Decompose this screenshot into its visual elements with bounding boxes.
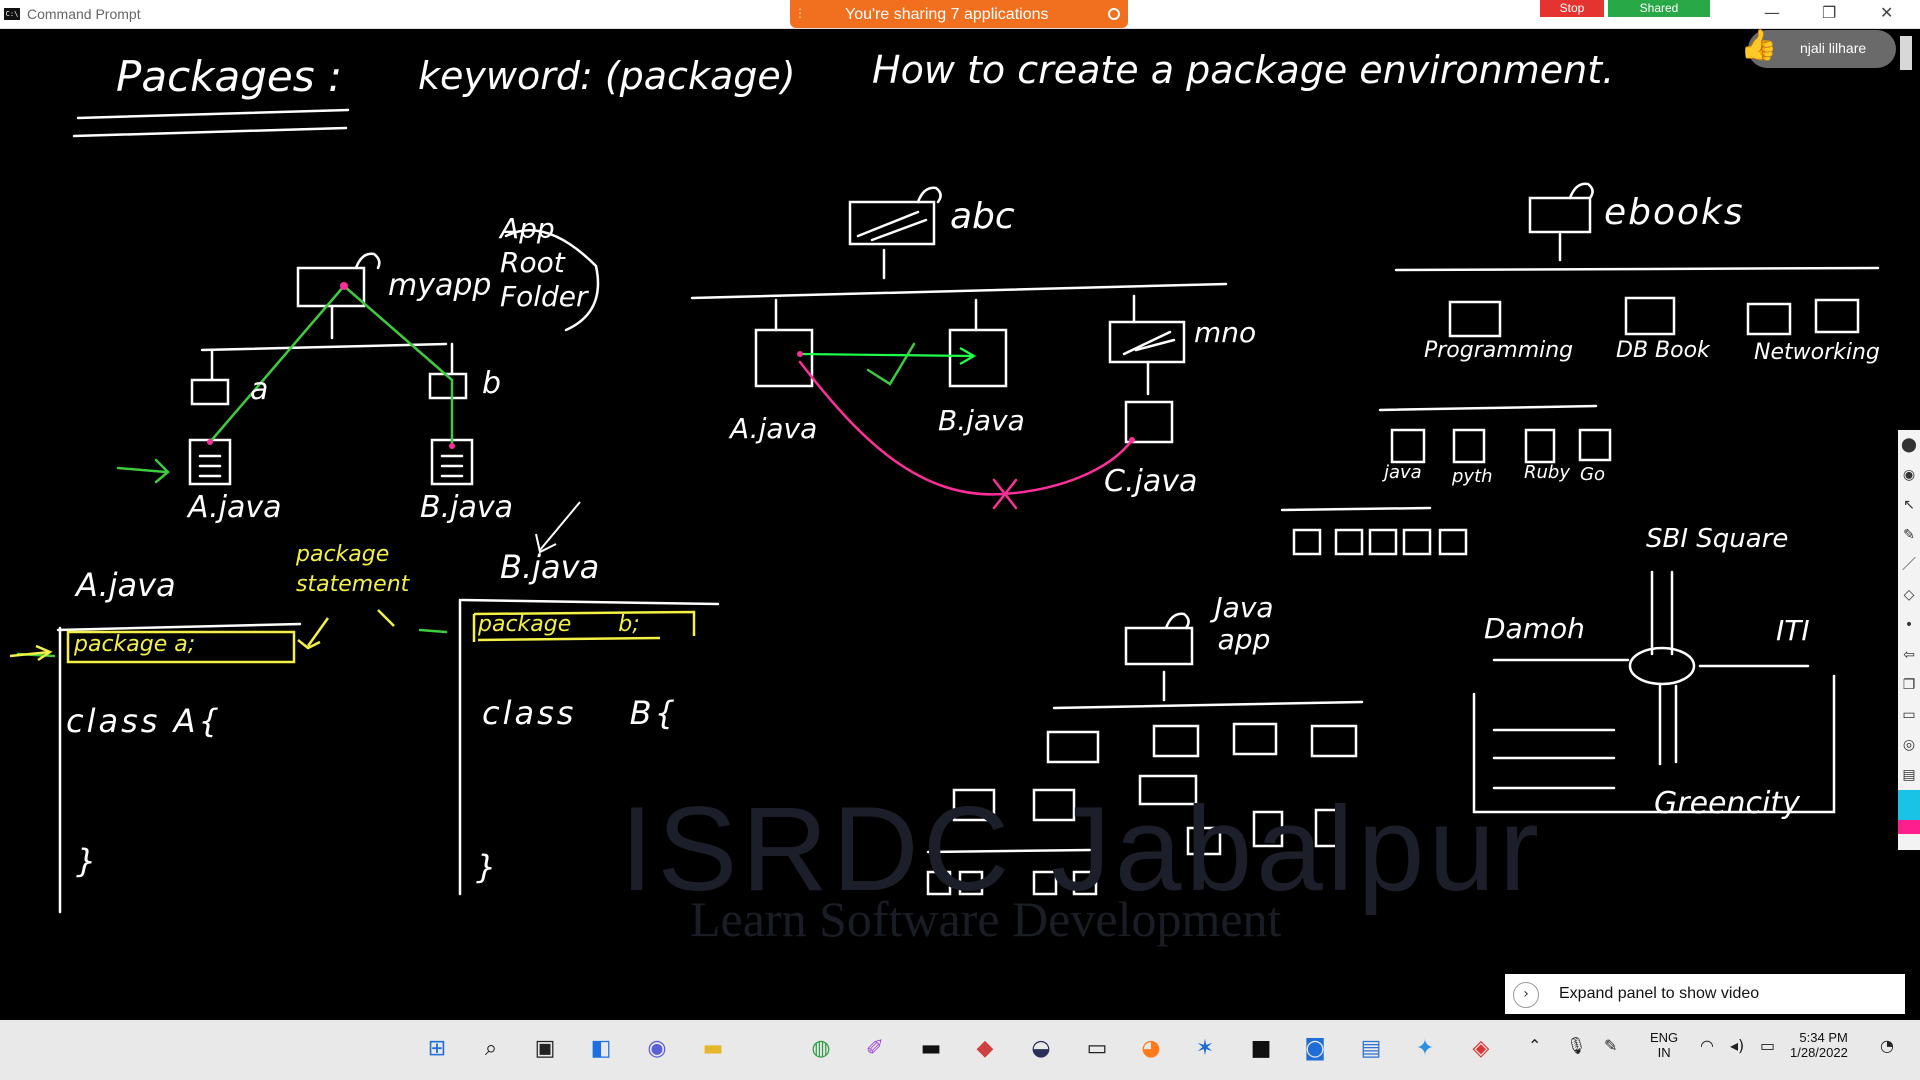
file-explorer-icon[interactable]: ▬ bbox=[696, 1032, 730, 1066]
stop-sharing-button[interactable]: Stop bbox=[1540, 0, 1604, 17]
window-title: Command Prompt bbox=[27, 6, 141, 22]
chevron-up-icon[interactable]: ⌃ bbox=[1528, 1036, 1541, 1055]
color-cyan-swatch[interactable] bbox=[1898, 790, 1920, 820]
dot-icon[interactable]: • bbox=[1898, 610, 1920, 640]
copy-icon[interactable]: ❐ bbox=[1898, 670, 1920, 700]
chrome-icon[interactable]: ◍ bbox=[804, 1032, 838, 1066]
network-app-icon[interactable]: ✦ bbox=[1408, 1032, 1442, 1066]
thumbs-up-icon: 👍 bbox=[1740, 28, 1778, 63]
drag-handle-icon[interactable]: ⋮ bbox=[794, 6, 806, 20]
feather-app-icon[interactable]: ✶ bbox=[1188, 1032, 1222, 1066]
windows-start-icon[interactable]: ⊞ bbox=[420, 1032, 454, 1066]
chat-icon[interactable]: ◉ bbox=[640, 1032, 674, 1066]
command-prompt-icon: C:\ bbox=[4, 8, 20, 20]
eraser-app-icon[interactable]: ◆ bbox=[968, 1032, 1002, 1066]
search-icon[interactable]: ⌕ bbox=[474, 1032, 508, 1066]
pen-tray-icon[interactable]: ✎ bbox=[1604, 1036, 1617, 1055]
sharing-banner[interactable]: ⋮ You're sharing 7 applications bbox=[790, 0, 1128, 28]
color-pink-swatch[interactable] bbox=[1898, 820, 1920, 834]
expand-video-panel[interactable]: › Expand panel to show video bbox=[1505, 974, 1905, 1014]
screen-icon[interactable]: ▭ bbox=[1898, 700, 1920, 730]
annotation-toolbar: ⬤ ◉ ↖ ✎ ／ ◇ • ⇦ ❐ ▭ ◎ ▤ bbox=[1898, 430, 1920, 850]
notification-icon[interactable]: ◔ bbox=[1880, 1036, 1894, 1055]
date-label: 1/28/2022 bbox=[1790, 1045, 1848, 1060]
camera-icon[interactable]: ◎ bbox=[1898, 730, 1920, 760]
undo-icon[interactable]: ⇦ bbox=[1898, 640, 1920, 670]
draw-app-icon[interactable]: ✐ bbox=[858, 1032, 892, 1066]
widgets-icon[interactable]: ◧ bbox=[584, 1032, 618, 1066]
region-code: IN bbox=[1657, 1045, 1671, 1060]
expand-panel-label: Expand panel to show video bbox=[1559, 985, 1760, 1002]
select-arrow-icon[interactable]: ↖ bbox=[1898, 490, 1920, 520]
clipboard-icon[interactable]: ▤ bbox=[1898, 760, 1920, 790]
wifi-icon[interactable]: ◠ bbox=[1700, 1036, 1714, 1055]
watermark-subtitle: Learn Software Development bbox=[690, 891, 1282, 947]
pen-icon[interactable]: ／ bbox=[1898, 550, 1920, 580]
pycharm-icon[interactable]: ■ bbox=[1244, 1032, 1278, 1066]
task-view-icon[interactable]: ▣ bbox=[528, 1032, 562, 1066]
webex-icon[interactable]: ◙ bbox=[1298, 1032, 1332, 1066]
pointer-icon[interactable]: ⬤ bbox=[1898, 430, 1920, 460]
eraser-icon[interactable]: ◇ bbox=[1898, 580, 1920, 610]
eclipse-icon[interactable]: ◒ bbox=[1024, 1032, 1058, 1066]
microphone-icon[interactable]: 🎙 bbox=[1566, 1036, 1586, 1055]
restore-icon[interactable]: ❐ bbox=[1822, 3, 1836, 22]
presenter-name: njali lilhare bbox=[1800, 40, 1867, 56]
sharing-message: You're sharing 7 applications bbox=[845, 6, 1049, 23]
eye-icon[interactable]: ◉ bbox=[1898, 460, 1920, 490]
clock[interactable]: 5:34 PM 1/28/2022 bbox=[1790, 1030, 1848, 1060]
mysql-icon[interactable]: ▭ bbox=[1080, 1032, 1114, 1066]
collapse-icon[interactable] bbox=[1108, 8, 1120, 20]
presenter-pill: 👍 njali lilhare bbox=[1740, 28, 1896, 68]
time-label: 5:34 PM bbox=[1799, 1030, 1848, 1045]
vivaldi-icon[interactable]: ◈ bbox=[1464, 1032, 1498, 1066]
language-code: ENG bbox=[1650, 1030, 1679, 1045]
firefox-icon[interactable]: ◕ bbox=[1134, 1032, 1168, 1066]
taskbar: ⊞ ⌕ ▣ ◧ ◉ ▬ ◍ ✐ ▬ ◆ ◒ ▭ ◕ ✶ ■ ◙ ▤ ✦ ◈ ⌃ … bbox=[0, 1020, 1920, 1080]
language-indicator[interactable]: ENG IN bbox=[1650, 1030, 1678, 1060]
chevron-right-icon[interactable]: › bbox=[1513, 982, 1539, 1008]
minimize-icon[interactable]: — bbox=[1764, 3, 1780, 22]
highlighter-icon[interactable]: ✎ bbox=[1898, 520, 1920, 550]
notepad-icon[interactable]: ▤ bbox=[1354, 1032, 1388, 1066]
shared-button[interactable]: Shared bbox=[1608, 0, 1710, 17]
close-icon[interactable]: ✕ bbox=[1880, 3, 1893, 22]
scrollbar-thumb[interactable] bbox=[1900, 36, 1912, 70]
volume-icon[interactable]: ◂) bbox=[1730, 1036, 1744, 1055]
terminal-icon[interactable]: ▬ bbox=[914, 1032, 948, 1066]
battery-icon[interactable]: ▭ bbox=[1760, 1036, 1775, 1055]
